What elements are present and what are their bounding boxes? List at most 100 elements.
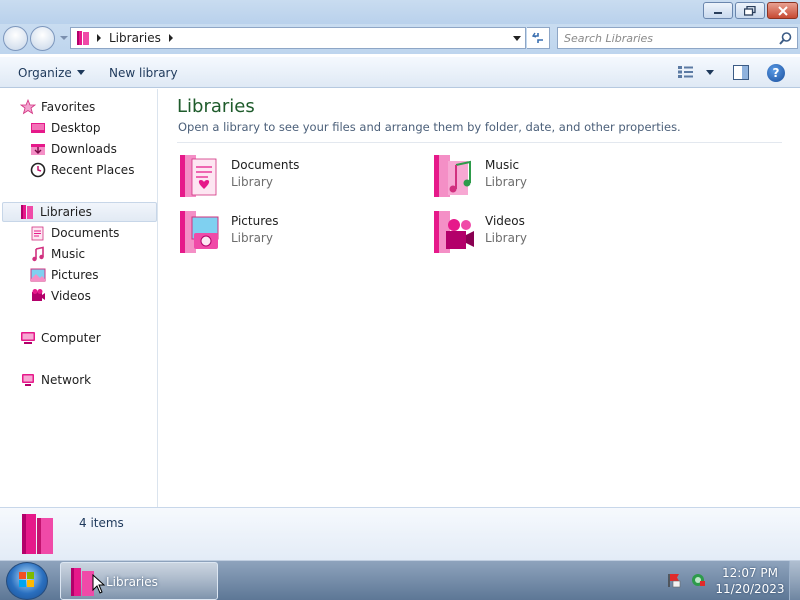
nav-libraries[interactable]: Libraries (2, 202, 157, 222)
library-tile-text: Documents Library (231, 151, 299, 189)
taskbar: Libraries 12:07 PM 11/20/2023 (0, 560, 800, 600)
nav-computer-label: Computer (41, 331, 101, 345)
views-dropdown-icon (706, 69, 714, 75)
nav-desktop[interactable]: Desktop (30, 118, 101, 138)
view-options-icon (678, 66, 693, 78)
chevron-down-icon (76, 70, 85, 75)
preview-pane-button[interactable] (733, 65, 749, 83)
nav-downloads[interactable]: Downloads (30, 139, 117, 159)
back-button[interactable] (3, 26, 28, 51)
library-tile-documents[interactable]: Documents Library (178, 151, 418, 203)
address-dropdown-icon[interactable] (513, 36, 521, 41)
nav-documents-label: Documents (51, 226, 120, 240)
restore-icon (744, 5, 756, 16)
libraries-icon (77, 31, 89, 45)
videos-library-icon (434, 211, 474, 253)
nav-network-label: Network (41, 373, 92, 387)
library-tile-pictures[interactable]: Pictures Library (178, 207, 418, 259)
nav-documents[interactable]: Documents (30, 223, 119, 243)
nav-favorites[interactable]: Favorites (20, 97, 95, 117)
minimize-icon (714, 11, 722, 14)
notification-area (666, 572, 706, 588)
nav-pictures-label: Pictures (51, 268, 99, 282)
library-type: Library (231, 175, 273, 189)
library-type: Library (231, 231, 273, 245)
start-button[interactable] (6, 562, 48, 600)
library-tile-music[interactable]: Music Library (432, 151, 672, 203)
library-name: Music (485, 158, 520, 172)
clock-date: 11/20/2023 (715, 582, 785, 596)
breadcrumb-chevron-icon[interactable] (168, 34, 173, 42)
page-title: Libraries (177, 96, 255, 117)
music-icon (32, 246, 44, 262)
downloads-icon (31, 144, 45, 155)
item-count: 4 items (79, 516, 124, 530)
library-tile-text: Pictures Library (231, 207, 279, 245)
nav-network[interactable]: Network (20, 370, 91, 390)
new-library-button[interactable]: New library (109, 66, 178, 80)
favorites-star-icon (20, 99, 36, 115)
taskbar-item-libraries[interactable]: Libraries (60, 562, 218, 600)
help-icon[interactable]: ? (767, 64, 785, 82)
action-center-flag-icon[interactable] (666, 572, 682, 588)
nav-computer[interactable]: Computer (20, 328, 101, 348)
change-view-button[interactable] (678, 65, 714, 79)
address-bar[interactable]: Libraries (70, 27, 526, 49)
nav-videos-label: Videos (51, 289, 91, 303)
music-library-icon (434, 155, 471, 197)
mouse-cursor-icon (92, 574, 106, 594)
preview-pane-icon (733, 65, 749, 80)
library-name: Documents (231, 158, 300, 172)
minimize-button[interactable] (703, 2, 733, 19)
library-tile-videos[interactable]: Videos Library (432, 207, 672, 259)
documents-icon (31, 226, 44, 241)
nav-libraries-label: Libraries (40, 205, 92, 219)
organize-menu-button[interactable]: Organize (18, 66, 85, 80)
library-type: Library (485, 175, 527, 189)
nav-recent-places[interactable]: Recent Places (30, 160, 134, 180)
network-icon (22, 374, 34, 386)
page-subtitle: Open a library to see your files and arr… (178, 120, 681, 134)
library-name: Pictures (231, 214, 279, 228)
desktop-icon (31, 123, 45, 133)
videos-icon (32, 289, 45, 301)
navigation-pane: Favorites Desktop Downloads Recent Place… (0, 89, 158, 507)
details-pane: 4 items (0, 507, 800, 560)
window-title-bar[interactable] (0, 0, 800, 24)
clock-time: 12:07 PM (722, 566, 778, 580)
show-desktop-button[interactable] (789, 561, 800, 600)
recent-pages-dropdown-icon[interactable] (60, 36, 68, 40)
libraries-icon (21, 205, 33, 219)
forward-button[interactable] (30, 26, 55, 51)
search-icon[interactable] (779, 32, 792, 45)
pictures-library-icon (180, 211, 219, 253)
window-controls (703, 2, 798, 19)
recent-places-icon (30, 162, 46, 178)
library-tile-text: Videos Library (485, 207, 527, 245)
computer-icon (21, 332, 35, 344)
refresh-button[interactable] (527, 27, 550, 49)
taskbar-item-label: Libraries (106, 575, 158, 589)
command-bar: Organize New library ? (0, 56, 800, 88)
library-type: Library (485, 231, 527, 245)
libraries-large-icon (22, 514, 53, 554)
nav-music-label: Music (51, 247, 86, 261)
search-box[interactable] (557, 27, 798, 49)
refresh-icon (531, 32, 543, 43)
breadcrumb-libraries[interactable]: Libraries (109, 31, 161, 45)
close-button[interactable] (767, 2, 798, 19)
close-icon (777, 5, 788, 16)
pictures-icon (30, 268, 46, 282)
organize-label: Organize (18, 66, 72, 80)
nav-pictures[interactable]: Pictures (30, 265, 99, 285)
maximize-button[interactable] (735, 2, 765, 19)
nav-videos[interactable]: Videos (30, 286, 91, 306)
address-bar-area: Libraries (0, 24, 800, 54)
search-input[interactable] (564, 28, 774, 48)
nav-desktop-label: Desktop (51, 121, 101, 135)
system-clock[interactable]: 12:07 PM 11/20/2023 (712, 565, 788, 597)
breadcrumb-separator-icon[interactable] (97, 34, 101, 42)
network-status-icon[interactable] (690, 572, 706, 588)
nav-music[interactable]: Music (30, 244, 85, 264)
content-pane: Libraries Open a library to see your fil… (159, 89, 800, 507)
